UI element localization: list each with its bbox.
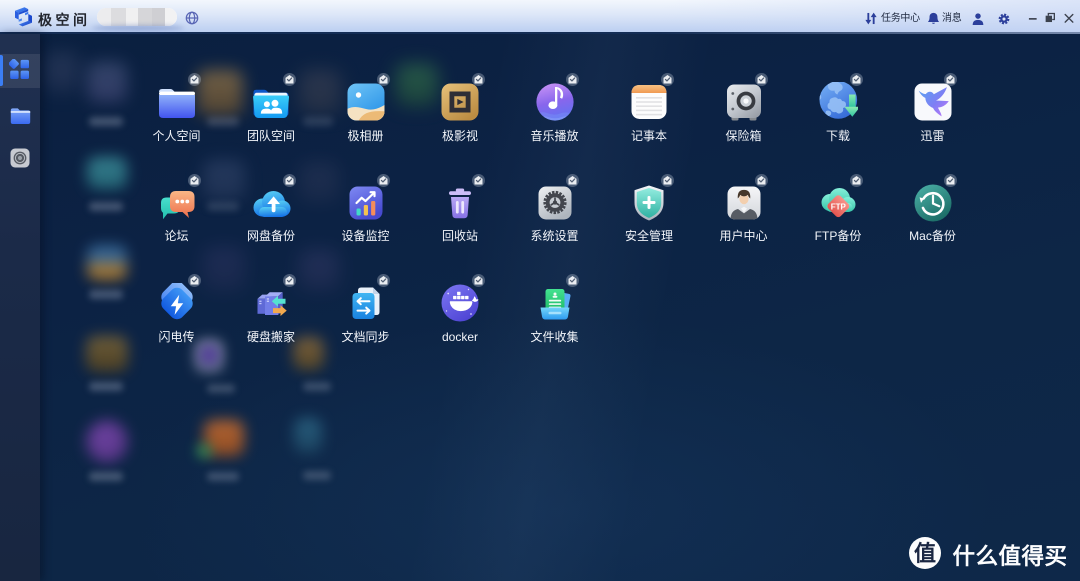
svg-text:FTP: FTP xyxy=(831,202,847,211)
